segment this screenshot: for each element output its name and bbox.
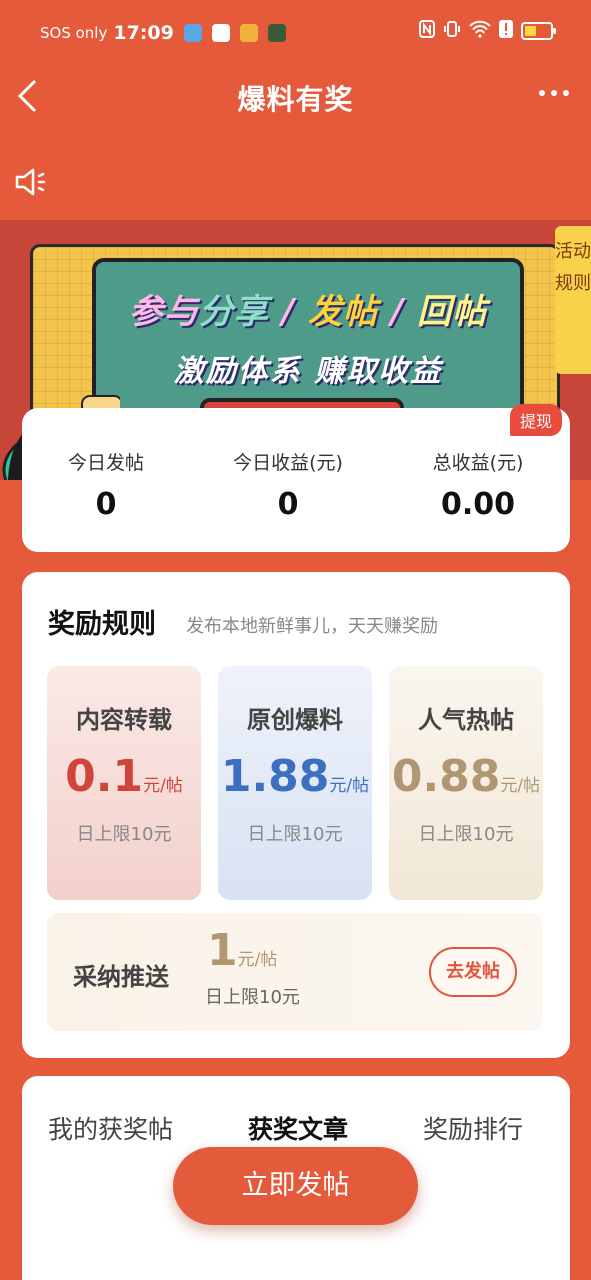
wifi-icon <box>469 20 491 42</box>
post-now-button[interactable]: 立即发帖 <box>173 1147 418 1225</box>
tier-name: 人气热帖 <box>418 706 514 734</box>
battery-level <box>525 26 536 36</box>
earnings-summary-card: 提现 今日发帖 0 今日收益(元) 0 总收益(元) 0.00 <box>22 404 570 552</box>
tier-hot-post: 人气热帖 0.88元/帖 日上限10元 <box>389 666 543 900</box>
stat-label: 今日发帖 <box>67 452 144 474</box>
stat-label: 今日收益(元) <box>233 452 343 474</box>
upload-notification-icon <box>211 24 230 42</box>
tier-name: 采纳推送 <box>73 963 169 991</box>
battery-icon <box>521 22 556 40</box>
alert-icon <box>499 20 513 42</box>
tab-reward-ranking[interactable]: 奖励排行 <box>423 1110 523 1146</box>
tier-adopted-push: 采纳推送 1元/帖 日上限10元 去发帖 <box>47 913 543 1031</box>
tier-value: 0.1元/帖 <box>65 751 183 802</box>
stat-value: 0 <box>277 487 299 522</box>
tier-value: 1元/帖 <box>207 925 278 976</box>
tier-limit: 日上限10元 <box>247 824 343 845</box>
stat-today-earnings: 今日收益(元) 0 <box>198 448 378 522</box>
app-notification-icon <box>239 24 258 42</box>
tier-limit: 日上限10元 <box>205 987 300 1008</box>
more-dots-icon <box>539 90 545 96</box>
banner-subheadline: 激励体系 赚取收益 <box>173 354 443 389</box>
vibrate-icon <box>443 20 461 42</box>
banner-board: 参与分享 / 发帖 / 回帖 激励体系 赚取收益 <box>92 258 524 418</box>
banner-headline: 参与分享 / 发帖 / 回帖 <box>128 292 488 332</box>
tab-awarded-articles[interactable]: 获奖文章 <box>248 1110 348 1146</box>
nav-bar: 爆料有奖 <box>0 64 591 128</box>
tier-original: 原创爆料 1.88元/帖 日上限10元 <box>218 666 372 900</box>
activity-rules-tab[interactable]: 活动规则 <box>555 226 591 374</box>
app-notification-icon <box>183 24 202 42</box>
tier-name: 内容转载 <box>76 706 172 734</box>
stat-label: 总收益(元) <box>432 452 524 474</box>
stat-today-posts: 今日发帖 0 <box>16 448 196 522</box>
tier-value: 0.88元/帖 <box>391 751 541 802</box>
go-post-button[interactable]: 去发帖 <box>429 947 517 997</box>
tier-limit: 日上限10元 <box>76 824 172 845</box>
carrier-text: SOS only <box>40 24 108 42</box>
status-right <box>419 20 556 42</box>
clock: 17:09 <box>113 22 174 44</box>
status-bar: SOS only 17:09 <box>0 0 591 64</box>
stat-value: 0.00 <box>440 487 516 522</box>
tier-repost: 内容转载 0.1元/帖 日上限10元 <box>47 666 201 900</box>
rules-subtitle: 发布本地新鲜事儿，天天赚奖励 <box>186 616 438 637</box>
app-notification-icon <box>267 24 286 42</box>
tier-limit: 日上限10元 <box>418 824 514 845</box>
rules-title: 奖励规则 <box>48 609 156 640</box>
speaker-icon[interactable] <box>14 166 50 198</box>
reward-rules-card: 奖励规则 发布本地新鲜事儿，天天赚奖励 内容转载 0.1元/帖 日上限10元 原… <box>22 572 570 1058</box>
more-button[interactable] <box>539 90 569 96</box>
stat-total-earnings: 总收益(元) 0.00 <box>388 448 568 522</box>
status-left: SOS only 17:09 <box>40 22 286 44</box>
tier-name: 原创爆料 <box>247 706 343 734</box>
tab-my-awarded-posts[interactable]: 我的获奖帖 <box>48 1110 173 1146</box>
withdraw-button[interactable]: 提现 <box>509 404 562 436</box>
nfc-icon <box>419 20 435 42</box>
tier-value: 1.88元/帖 <box>220 751 370 802</box>
stat-value: 0 <box>95 487 117 522</box>
page-title: 爆料有奖 <box>237 83 354 116</box>
